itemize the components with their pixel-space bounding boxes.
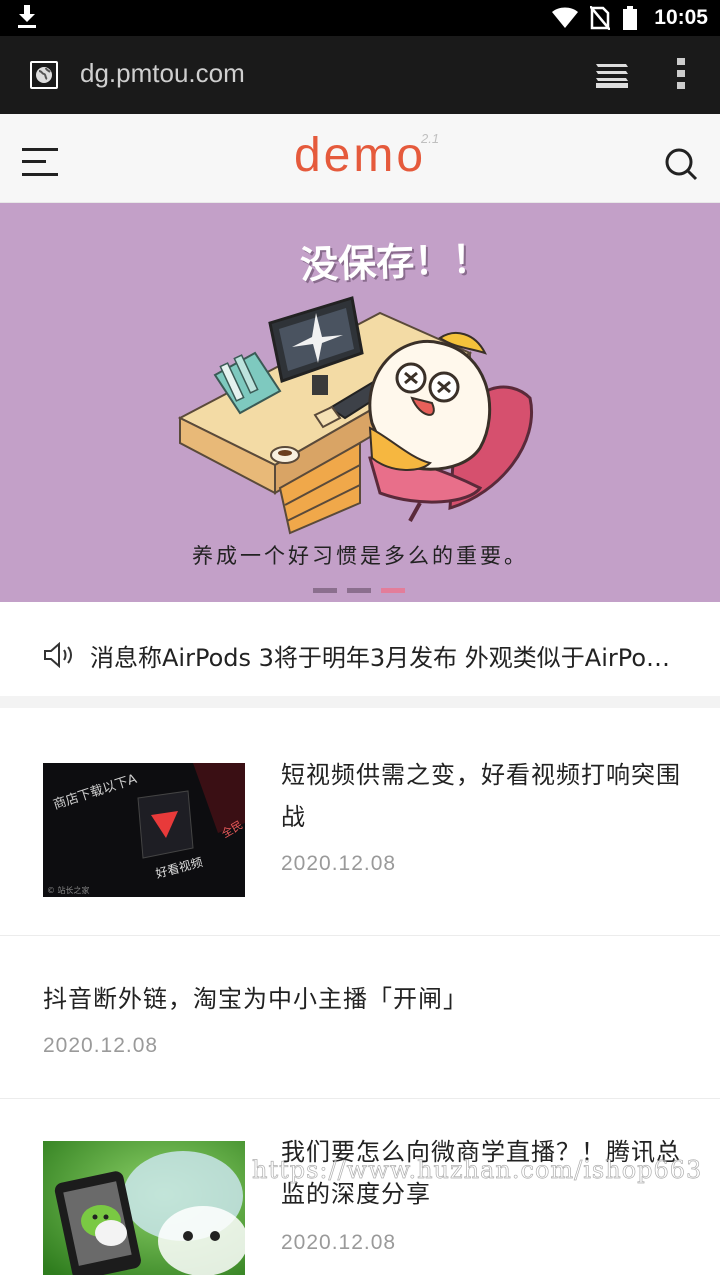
carousel-dot[interactable] bbox=[347, 588, 371, 593]
site-header: demo 2.1 bbox=[0, 114, 720, 203]
tabs-icon[interactable] bbox=[594, 62, 630, 90]
article-date: 2020.12.08 bbox=[281, 1231, 397, 1254]
banner-carousel[interactable]: 没保存！！ 养成一个好习惯是多么的重要。 bbox=[0, 203, 720, 602]
article-thumbnail[interactable]: 商店下载以下A 好看视频 全民 © 站长之家 bbox=[43, 763, 245, 897]
article-date: 2020.12.08 bbox=[43, 1034, 159, 1057]
no-sim-icon bbox=[590, 6, 611, 30]
ticker-text[interactable]: 消息称AirPods 3将于明年3月发布 外观类似于AirPods Pro bbox=[90, 638, 680, 673]
status-bar: 10:05 bbox=[0, 0, 720, 36]
carousel-indicators bbox=[313, 588, 405, 593]
battery-icon bbox=[623, 6, 638, 30]
article-title[interactable]: 短视频供需之变，好看视频打响突围战 bbox=[281, 754, 681, 838]
article-item[interactable]: 我们要怎么向微商学直播？！腾讯总监的深度分享 2020.12.08 bbox=[0, 1099, 720, 1280]
carousel-dot-active[interactable] bbox=[381, 588, 405, 593]
site-info-icon[interactable] bbox=[30, 61, 58, 89]
article-thumbnail[interactable] bbox=[43, 1141, 245, 1275]
news-ticker[interactable]: 消息称AirPods 3将于明年3月发布 外观类似于AirPods Pro bbox=[0, 602, 720, 708]
download-icon bbox=[18, 5, 36, 28]
version-label: 2.1 bbox=[421, 131, 440, 146]
banner-caption: 养成一个好习惯是多么的重要。 bbox=[192, 544, 528, 568]
clock: 10:05 bbox=[654, 6, 708, 29]
banner-headline: 没保存！！ bbox=[299, 236, 491, 288]
overflow-menu-icon[interactable] bbox=[676, 58, 686, 90]
thumb-credit: © 站长之家 bbox=[47, 886, 90, 895]
thumbnail-image bbox=[43, 763, 245, 897]
url-field[interactable]: dg.pmtou.com bbox=[80, 58, 245, 89]
site-logo[interactable]: demo bbox=[0, 128, 720, 183]
article-date: 2020.12.08 bbox=[281, 852, 397, 875]
speaker-icon bbox=[44, 642, 72, 668]
article-item[interactable]: 商店下载以下A 好看视频 全民 © 站长之家 短视频供需之变，好看视频打响突围战… bbox=[0, 720, 720, 936]
thumbnail-image bbox=[43, 1141, 245, 1275]
browser-toolbar: dg.pmtou.com bbox=[0, 36, 720, 114]
wifi-icon bbox=[552, 7, 579, 28]
carousel-dot[interactable] bbox=[313, 588, 337, 593]
article-item[interactable]: 抖音断外链，淘宝为中小主播「开闸」 2020.12.08 bbox=[0, 936, 720, 1099]
search-icon[interactable] bbox=[664, 147, 698, 181]
article-title[interactable]: 我们要怎么向微商学直播？！腾讯总监的深度分享 bbox=[281, 1131, 681, 1215]
article-title[interactable]: 抖音断外链，淘宝为中小主播「开闸」 bbox=[43, 978, 683, 1020]
